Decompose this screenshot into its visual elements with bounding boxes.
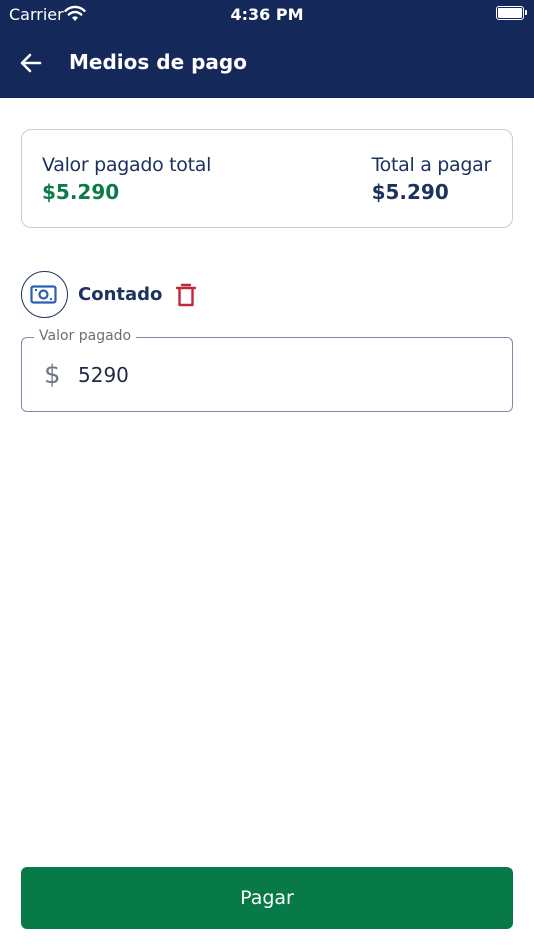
- paid-total-value: $5.290: [42, 180, 120, 204]
- cash-icon: [21, 271, 68, 318]
- trash-icon[interactable]: [174, 282, 198, 308]
- amount-field-label: Valor pagado: [34, 328, 137, 344]
- amount-input[interactable]: [78, 358, 478, 392]
- clock: 4:36 PM: [230, 5, 304, 24]
- total-to-pay-value: $5.290: [371, 180, 449, 204]
- payment-summary-card: Valor pagado total $5.290 Total a pagar …: [21, 129, 513, 228]
- status-bar: Carrier 4:36 PM: [0, 0, 534, 30]
- paid-total-block: Valor pagado total $5.290: [42, 154, 211, 204]
- battery-icon: [496, 6, 527, 20]
- paid-total-label: Valor pagado total: [42, 154, 212, 176]
- payment-method-label: Contado: [78, 284, 163, 305]
- total-to-pay-label: Total a pagar: [371, 154, 492, 176]
- app-header: Carrier 4:36 PM Medios de pago: [0, 0, 534, 98]
- total-to-pay-block: Total a pagar $5.290: [371, 154, 492, 204]
- pay-button[interactable]: Pagar: [21, 867, 513, 929]
- amount-field: Valor pagado $: [21, 328, 513, 412]
- page-title: Medios de pago: [69, 50, 247, 74]
- arrow-left-icon[interactable]: [18, 50, 44, 76]
- dollar-icon: $: [44, 360, 61, 390]
